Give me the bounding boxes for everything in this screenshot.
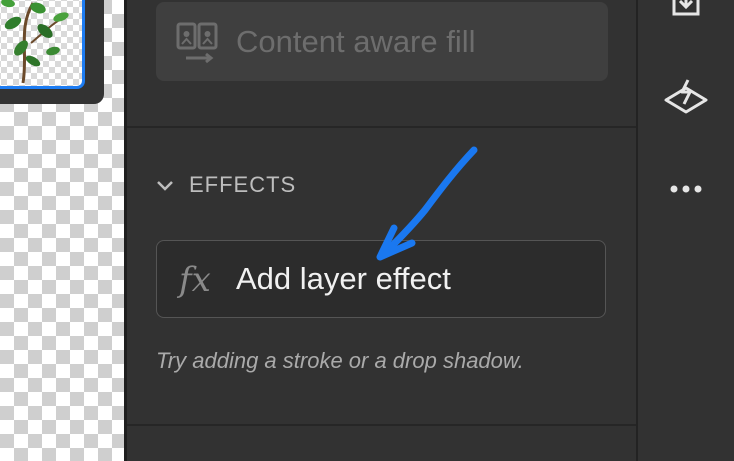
section-divider: [127, 126, 636, 128]
properties-panel: Content aware fill EFFECTS fx Add layer …: [127, 0, 636, 461]
chevron-down-icon: [157, 181, 173, 191]
layer-effect-icon: [664, 79, 708, 114]
content-aware-fill-button[interactable]: Content aware fill: [156, 2, 608, 81]
canvas-area[interactable]: [0, 0, 124, 461]
export-icon: [672, 0, 700, 16]
layer-card[interactable]: [0, 0, 104, 104]
layer-effect-button[interactable]: [662, 75, 710, 123]
add-layer-effect-label: Add layer effect: [236, 261, 451, 296]
layer-thumbnail[interactable]: [0, 0, 85, 89]
effects-section-header[interactable]: EFFECTS: [155, 168, 296, 202]
more-icon: [670, 185, 702, 193]
effects-hint: Try adding a stroke or a drop shadow.: [156, 348, 524, 373]
more-button[interactable]: [662, 165, 710, 213]
section-divider-bottom: [127, 424, 636, 426]
content-aware-fill-label: Content aware fill: [236, 24, 476, 59]
right-toolbar: [638, 0, 734, 461]
add-layer-effect-button[interactable]: fx Add layer effect: [156, 240, 606, 318]
export-button[interactable]: [662, 0, 710, 34]
plant-image: [1, 0, 69, 84]
content-aware-fill-icon: [176, 22, 218, 64]
effects-section-title: EFFECTS: [189, 172, 297, 197]
fx-icon: fx: [179, 260, 211, 300]
